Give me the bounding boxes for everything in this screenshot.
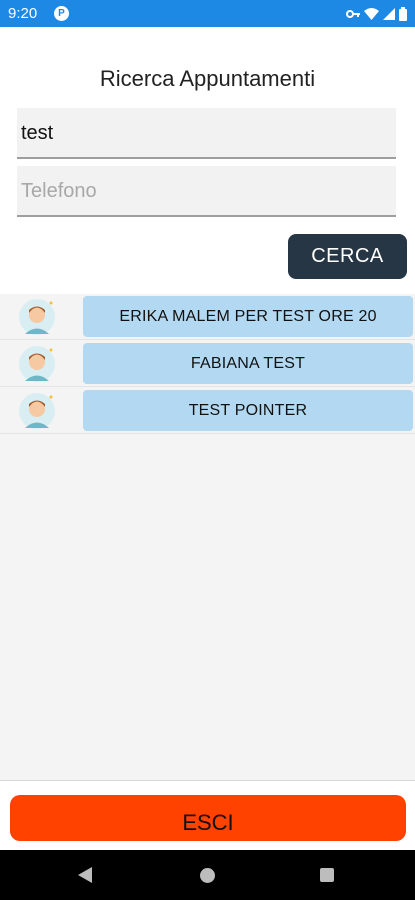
avatar-icon (19, 299, 55, 335)
list-item: FABIANA TEST (0, 341, 415, 387)
status-time: 9:20 (8, 5, 38, 22)
phone-field-container (17, 166, 396, 217)
phone-input[interactable] (21, 180, 381, 203)
name-field-container (17, 108, 396, 159)
back-icon[interactable] (78, 867, 92, 883)
result-button[interactable]: TEST POINTER (83, 390, 413, 431)
search-button[interactable]: CERCA (288, 234, 407, 279)
vpn-key-icon (346, 9, 360, 18)
results-list: ERIKA MALEM PER TEST ORE 20 FABIANA TEST… (0, 294, 415, 781)
list-item: ERIKA MALEM PER TEST ORE 20 (0, 294, 415, 340)
result-button[interactable]: FABIANA TEST (83, 343, 413, 384)
avatar-icon (19, 393, 55, 429)
result-button[interactable]: ERIKA MALEM PER TEST ORE 20 (83, 296, 413, 337)
recent-apps-icon[interactable] (320, 868, 334, 882)
battery-icon (399, 6, 407, 21)
avatar-icon (19, 346, 55, 382)
home-icon[interactable] (200, 868, 215, 883)
system-navigation-bar (0, 850, 415, 900)
wifi-icon (364, 8, 379, 20)
page-title: Ricerca Appuntamenti (99, 66, 316, 91)
exit-button[interactable]: ESCI (10, 795, 406, 841)
list-item: TEST POINTER (0, 388, 415, 434)
name-input[interactable] (21, 122, 381, 145)
app-notification-icon: P (54, 6, 69, 21)
status-bar: 9:20 P (0, 0, 415, 27)
signal-icon (383, 7, 395, 20)
status-icons (346, 6, 407, 21)
